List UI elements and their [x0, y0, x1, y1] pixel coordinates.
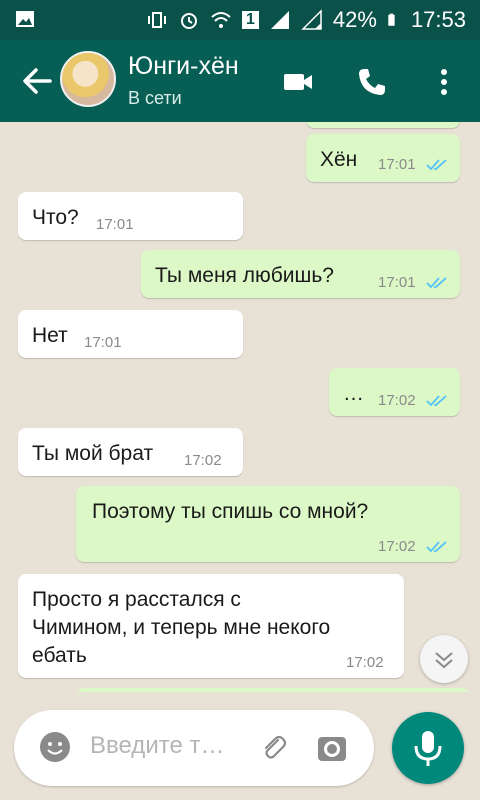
message-bubble-partial [76, 688, 470, 692]
attach-icon[interactable] [258, 732, 288, 762]
message-text: … [343, 382, 364, 405]
read-ticks-icon [426, 395, 447, 407]
message-composer: Введите т… [14, 710, 374, 786]
scroll-to-bottom-button[interactable] [420, 635, 468, 683]
read-ticks-icon [426, 277, 447, 289]
contact-status: В сети [128, 88, 182, 108]
message-bubble[interactable]: … 17:02 [329, 368, 460, 416]
signal-icon [270, 11, 289, 29]
vibrate-icon [147, 12, 166, 28]
message-text: Нет [32, 324, 68, 347]
message-list[interactable]: Хён 17:01 Что? 17:01 Ты меня любишь? 17:… [0, 122, 480, 692]
wifi-icon [211, 12, 231, 28]
chat-header: Юнги-хён В сети [0, 40, 480, 122]
video-call-icon[interactable] [282, 66, 314, 98]
contact-name[interactable]: Юнги-хён [128, 52, 239, 81]
status-bar: 1 42% 17:53 [0, 0, 480, 40]
battery-percent: 42% [332, 7, 377, 32]
message-time: 17:01 [96, 216, 134, 233]
message-bubble[interactable]: Поэтому ты спишь со мной? 17:02 [76, 486, 460, 562]
scroll-down-icon [435, 652, 453, 669]
mic-icon [414, 731, 442, 766]
clock: 17:53 [410, 7, 466, 32]
sim-indicator: 1 [241, 11, 259, 29]
message-bubble[interactable]: Просто я расстался с Чимином, и теперь м… [18, 574, 404, 678]
message-text: Поэтому ты спишь со мной? [92, 500, 369, 523]
more-vert-icon[interactable] [428, 66, 460, 98]
voice-message-button[interactable] [392, 712, 464, 784]
phone-icon[interactable] [356, 66, 388, 98]
message-time: 17:01 [378, 274, 416, 291]
message-text: Хён [320, 148, 358, 171]
back-arrow-icon[interactable] [20, 64, 54, 98]
camera-icon[interactable] [316, 732, 348, 764]
message-text-line: Чимином, и теперь мне некого [32, 616, 331, 639]
message-time: 17:01 [84, 334, 122, 351]
message-text-line: Просто я расстался с [32, 588, 241, 611]
message-text: Ты меня любишь? [155, 264, 334, 287]
alarm-icon [180, 13, 197, 29]
message-time: 17:02 [378, 392, 416, 409]
message-input[interactable]: Введите т… [90, 732, 224, 760]
gallery-notification-icon [16, 11, 34, 27]
message-time: 17:02 [346, 654, 384, 671]
message-bubble[interactable]: Ты меня любишь? 17:01 [141, 250, 460, 298]
signal-weak-icon [301, 9, 322, 30]
message-text-line: ебать [32, 644, 87, 667]
message-time: 17:01 [378, 156, 416, 173]
message-time: 17:02 [184, 452, 222, 469]
message-text: Ты мой брат [32, 442, 154, 465]
message-bubble[interactable]: Хён 17:01 [306, 134, 460, 182]
avatar[interactable] [60, 51, 116, 107]
battery-charging-icon [388, 13, 395, 26]
message-text: Что? [32, 206, 79, 229]
message-bubble[interactable]: Что? 17:01 [18, 192, 243, 240]
read-ticks-icon [426, 541, 447, 553]
message-bubble[interactable]: Ты мой брат 17:02 [18, 428, 243, 476]
message-time: 17:02 [378, 538, 416, 555]
message-bubble-partial [306, 122, 460, 128]
message-bubble[interactable]: Нет 17:01 [18, 310, 243, 358]
read-ticks-icon [426, 159, 447, 171]
emoji-icon[interactable] [38, 730, 72, 764]
